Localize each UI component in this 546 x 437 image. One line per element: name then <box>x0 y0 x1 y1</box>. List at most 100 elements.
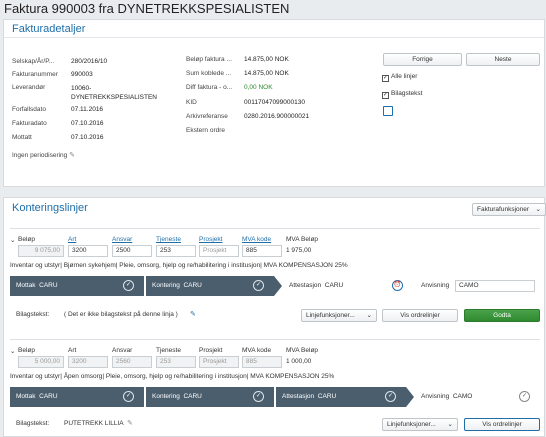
chevron-down-icon: ⌄ <box>366 312 372 319</box>
mva-belop-value: 1 975,00 <box>286 247 312 254</box>
mva-kode-field: 885 <box>242 356 282 368</box>
chevron-down-icon: ⌄ <box>535 206 541 213</box>
mva-kode-field[interactable]: 885 <box>242 245 282 257</box>
checkbox-checked-icon[interactable]: ✓ <box>382 92 389 99</box>
amount-field: 5 000,00 <box>18 356 64 368</box>
bilagstekst-label: Bilagstekst <box>391 90 423 97</box>
invoice-date-value: 07.10.2016 <box>71 120 104 127</box>
diff-value: 0,00 NOK <box>244 84 273 91</box>
archive-ref-value: 0280.2016.900000021 <box>244 113 310 120</box>
approve-button[interactable]: Godta <box>464 309 540 322</box>
supplier-value: 10060- DYNETREKKSPESIALISTEN <box>71 85 157 101</box>
prosjekt-header: Prosjekt <box>199 347 223 354</box>
pencil-icon[interactable]: ✎ <box>127 419 133 427</box>
check-circle-icon: ✓ <box>385 391 396 402</box>
all-lines-label: Alle linjer <box>391 73 418 80</box>
step-value: CARU <box>39 393 58 400</box>
posting-lines-panel: Konteringslinjer Fakturafunksjoner ⌄ ⌄ B… <box>3 197 546 437</box>
all-lines-checkbox[interactable]: ✓ Alle linjer <box>382 73 417 82</box>
supplier-label: Leverandør <box>12 84 46 91</box>
company-year-label: Selskap/År/P... <box>12 58 55 65</box>
step-value: CARU <box>317 393 337 400</box>
art-header[interactable]: Art <box>68 236 76 243</box>
pencil-icon[interactable]: ✎ <box>69 152 75 159</box>
page-title: Faktura 990003 fra DYNETREKKSPESIALISTEN <box>4 1 290 16</box>
step-kontering: Kontering CARU ✓ <box>146 276 274 296</box>
mva-belop-header: MVA Beløp <box>286 347 319 354</box>
collapse-line-icon[interactable]: ⌄ <box>10 347 15 355</box>
invoice-details-panel: Fakturadetaljer Selskap/År/P... 280/2016… <box>3 19 545 187</box>
line-functions-dropdown[interactable]: Linjefunksjoner... ⌄ <box>382 418 458 431</box>
bilagstekst-label: Bilagstekst: <box>16 311 50 318</box>
tjeneste-field[interactable]: 253 <box>156 245 196 257</box>
prosjekt-field[interactable]: Prosjekt <box>199 245 239 257</box>
check-circle-icon: ✓ <box>519 391 530 402</box>
check-circle-icon: ✓ <box>253 391 264 402</box>
invoice-functions-label: Fakturafunksjoner <box>477 206 530 213</box>
note-icon[interactable] <box>383 106 393 116</box>
invoice-details-heading: Fakturadetaljer <box>4 20 544 38</box>
mva-kode-header: MVA kode <box>242 347 272 354</box>
previous-button[interactable]: Forrige <box>383 53 462 66</box>
step-label: Anvisning <box>421 282 450 289</box>
posting-line-2: ⌄ Beløp Art Ansvar Tjeneste Prosjekt MVA… <box>10 345 540 437</box>
step-arrow <box>406 387 414 407</box>
check-circle-icon: ✓ <box>123 391 134 402</box>
pencil-icon[interactable]: ✎ <box>190 310 196 318</box>
diff-label: Diff faktura - o... <box>186 84 233 91</box>
step-label: Mottak <box>16 393 36 400</box>
mva-belop-header: MVA Beløp <box>286 236 319 243</box>
tjeneste-header: Tjeneste <box>156 347 181 354</box>
line-functions-dropdown[interactable]: Linjefunksjoner... ⌄ <box>301 309 377 322</box>
collapse-line-icon[interactable]: ⌄ <box>10 236 15 244</box>
art-field: 3200 <box>68 356 108 368</box>
divider <box>10 228 540 229</box>
posting-line-1: ⌄ Beløp Art Ansvar Tjeneste Prosjekt MVA… <box>10 234 540 334</box>
check-circle-icon: ✓ <box>253 280 264 291</box>
linked-sum-value: 14.875,00 NOK <box>244 70 289 77</box>
show-order-lines-button[interactable]: Vis ordrelinjer <box>464 418 540 431</box>
prosjekt-header[interactable]: Prosjekt <box>199 236 222 243</box>
amount-header: Beløp <box>18 347 35 354</box>
anvisning-field[interactable]: CAMO <box>455 280 535 292</box>
received-date-label: Mottatt <box>12 134 32 141</box>
invoice-date-label: Fakturadato <box>12 120 47 127</box>
ansvar-header[interactable]: Ansvar <box>112 236 132 243</box>
invoice-number-label: Fakturanummer <box>12 71 58 78</box>
next-button[interactable]: Neste <box>466 53 540 66</box>
step-kontering: Kontering CARU ✓ <box>146 387 274 407</box>
line-functions-label: Linjefunksjoner... <box>306 312 355 319</box>
tjeneste-header[interactable]: Tjeneste <box>156 236 181 243</box>
step-value: CARU <box>39 282 58 289</box>
chevron-down-icon: ⌄ <box>447 421 453 428</box>
step-attestasjon: Attestasjon CARU ⏰ <box>283 276 413 296</box>
show-order-lines-button[interactable]: Vis ordrelinjer <box>382 309 458 322</box>
art-field[interactable]: 3200 <box>68 245 108 257</box>
kid-value: 00117047099000130 <box>244 99 305 106</box>
line-description: Inventar og utstyr| Åpen omsorg| Pleie, … <box>10 373 335 380</box>
bilagstekst-value: PUTETREKK LILLIA <box>64 420 124 427</box>
periodisering-label[interactable]: Ingen periodisering ✎ <box>12 151 75 159</box>
invoice-functions-dropdown[interactable]: Fakturafunksjoner ⌄ <box>472 203 546 216</box>
step-arrow <box>274 276 282 296</box>
due-date-value: 07.11.2016 <box>71 106 104 113</box>
bilagstekst-checkbox[interactable]: ✓ Bilagstekst <box>382 90 422 99</box>
company-year-value: 280/2016/10 <box>71 58 108 65</box>
checkbox-checked-icon[interactable]: ✓ <box>382 75 389 82</box>
alarm-clock-icon: ⏰ <box>392 280 403 291</box>
kid-label: KID <box>186 99 197 106</box>
step-label: Mottak <box>16 282 36 289</box>
workflow-bar: Mottak CARU ✓ Kontering CARU ✓ Attestasj… <box>10 276 540 296</box>
ansvar-header: Ansvar <box>112 347 133 354</box>
external-order-label: Ekstern ordre <box>186 127 226 134</box>
bilagstekst-value: ( Det er ikke bilagstekst på denne linja… <box>64 311 178 318</box>
archive-ref-label: Arkivreferanse <box>186 113 228 120</box>
step-mottak: Mottak CARU ✓ <box>10 276 144 296</box>
step-value: CARU <box>183 393 202 400</box>
line-functions-label: Linjefunksjoner... <box>387 421 436 428</box>
mva-kode-header[interactable]: MVA kode <box>242 236 271 243</box>
periodisering-text: Ingen periodisering <box>12 152 68 159</box>
ansvar-field: 2560 <box>112 356 152 368</box>
linked-sum-label: Sum koblede ... <box>186 70 232 77</box>
ansvar-field[interactable]: 2500 <box>112 245 152 257</box>
